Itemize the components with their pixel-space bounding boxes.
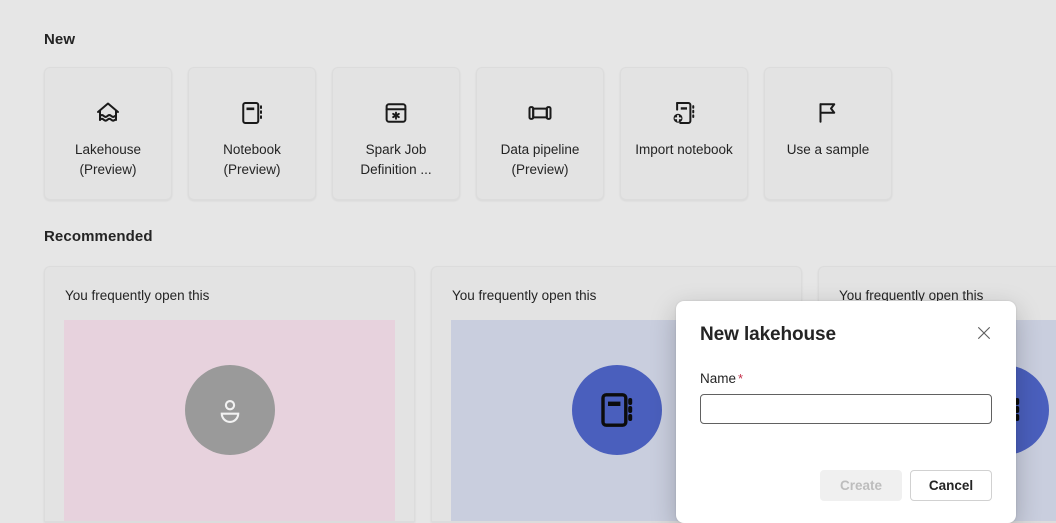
avatar <box>571 365 662 455</box>
recommended-card[interactable]: You frequently open this <box>44 266 415 522</box>
notebook-icon <box>237 96 267 130</box>
required-marker: * <box>738 371 744 386</box>
new-card-use-a-sample[interactable]: Use a sample <box>764 67 892 200</box>
dialog-header: New lakehouse <box>700 323 992 348</box>
avatar <box>184 365 275 455</box>
new-card-data-pipeline[interactable]: Data pipeline (Preview) <box>476 67 604 200</box>
lakehouse-icon <box>93 96 123 130</box>
name-field-label: Name * <box>700 371 992 386</box>
new-lakehouse-dialog: New lakehouse Name * Create Cancel <box>676 301 1016 523</box>
create-button[interactable]: Create <box>820 470 902 501</box>
recommended-card-caption: You frequently open this <box>452 288 597 303</box>
recommended-card-caption: You frequently open this <box>65 288 210 303</box>
close-icon <box>977 326 991 343</box>
new-card-import-notebook[interactable]: Import notebook <box>620 67 748 200</box>
recommended-card-caption: You frequently open this <box>839 288 984 303</box>
import-notebook-icon <box>669 96 699 130</box>
new-section-title: New <box>44 31 76 48</box>
new-card-label: Notebook (Preview) <box>223 142 281 177</box>
close-button[interactable] <box>970 320 998 348</box>
dialog-actions: Create Cancel <box>820 470 992 501</box>
new-card-label: Spark Job Definition ... <box>360 142 432 177</box>
new-card-lakehouse[interactable]: Lakehouse (Preview) <box>44 67 172 200</box>
flag-icon <box>813 96 843 130</box>
new-card-label: Use a sample <box>786 142 870 157</box>
cancel-button[interactable]: Cancel <box>910 470 992 501</box>
new-card-spark-job-definition[interactable]: Spark Job Definition ... <box>332 67 460 200</box>
new-card-label: Lakehouse (Preview) <box>74 142 142 177</box>
new-card-label: Import notebook <box>635 142 733 157</box>
dialog-title: New lakehouse <box>700 324 836 345</box>
data-pipeline-icon <box>525 96 555 130</box>
recommended-section-title: Recommended <box>44 228 153 245</box>
new-card-notebook[interactable]: Notebook (Preview) <box>188 67 316 200</box>
new-items-row: Lakehouse (Preview) Notebook (Preview) S… <box>44 67 892 200</box>
new-card-label: Data pipeline (Preview) <box>500 142 580 177</box>
spark-job-definition-icon <box>381 96 411 130</box>
recommended-card-thumbnail <box>64 320 395 521</box>
name-label-text: Name <box>700 371 737 386</box>
name-input[interactable] <box>700 394 992 424</box>
